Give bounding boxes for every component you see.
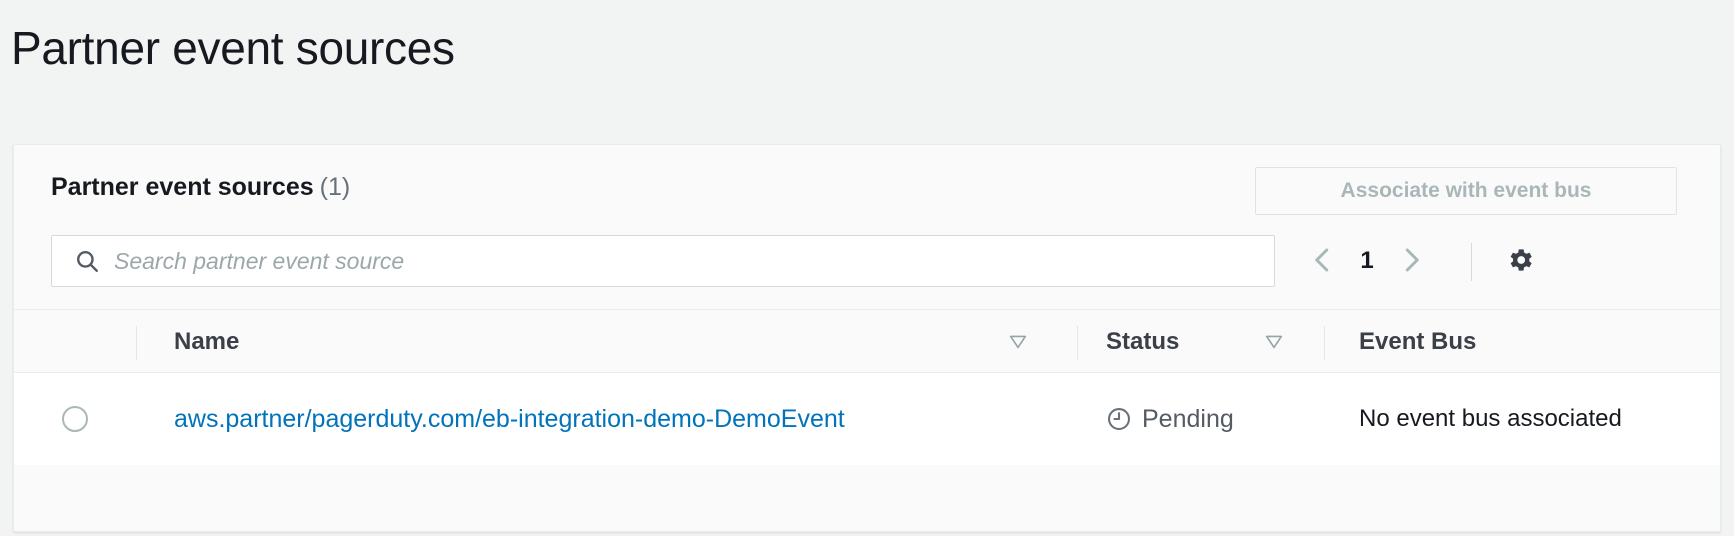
card-header: Partner event sources (1) Associate with … [14,145,1720,225]
sort-triangle-icon-name[interactable] [1007,330,1029,352]
gear-icon [1505,245,1535,278]
row-event-bus-cell: No event bus associated [1359,373,1622,465]
column-header-event-bus-label: Event Bus [1359,328,1477,355]
next-page-button[interactable] [1387,235,1435,287]
card-title-text: Partner event sources [51,173,314,201]
table-header-row: Name Status Event Bus [14,309,1720,373]
search-icon [74,248,100,274]
previous-page-button[interactable] [1299,235,1347,287]
column-header-event-bus[interactable]: Event Bus [1359,310,1476,374]
event-bus-value: No event bus associated [1359,405,1622,432]
column-header-name-label: Name [174,328,240,355]
pagination-controls: 1 [1299,235,1435,287]
associate-button-label: Associate with event bus [1340,179,1592,202]
row-select-cell[interactable] [62,373,88,465]
partner-event-sources-table: Name Status Event Bus aws.partner/pagerd… [14,309,1720,465]
clock-pending-icon [1106,406,1132,432]
preferences-button[interactable] [1494,235,1546,287]
tools-divider [1471,243,1472,281]
page-title: Partner event sources [11,22,455,74]
status-badge: Pending [1106,405,1234,434]
table-row[interactable]: aws.partner/pagerduty.com/eb-integration… [14,373,1720,465]
card-header-title: Partner event sources (1) [51,171,350,203]
chevron-right-icon [1396,245,1426,278]
chevron-left-icon [1308,245,1338,278]
column-header-name[interactable]: Name [174,310,239,374]
column-header-status-label: Status [1106,328,1180,355]
search-input[interactable] [114,247,1274,275]
partner-event-sources-page: Partner event sources Partner event sour… [0,0,1734,536]
header-divider [1077,326,1078,360]
search-container[interactable] [51,235,1275,287]
header-divider [136,326,137,360]
associate-with-event-bus-button[interactable]: Associate with event bus [1255,167,1677,215]
header-divider [1324,326,1325,360]
sort-triangle-icon-status[interactable] [1263,330,1285,352]
status-label: Pending [1142,404,1234,433]
partner-event-sources-card: Partner event sources (1) Associate with … [13,144,1721,532]
partner-event-source-link[interactable]: aws.partner/pagerduty.com/eb-integration… [174,405,845,434]
current-page-number[interactable]: 1 [1347,247,1387,275]
row-status-cell: Pending [1106,373,1234,465]
table-tools-row: 1 [14,225,1720,309]
row-name-cell: aws.partner/pagerduty.com/eb-integration… [174,373,845,465]
column-header-status[interactable]: Status [1106,310,1179,374]
card-item-count: (1) [319,173,351,201]
radio-unselected-icon[interactable] [62,406,88,432]
